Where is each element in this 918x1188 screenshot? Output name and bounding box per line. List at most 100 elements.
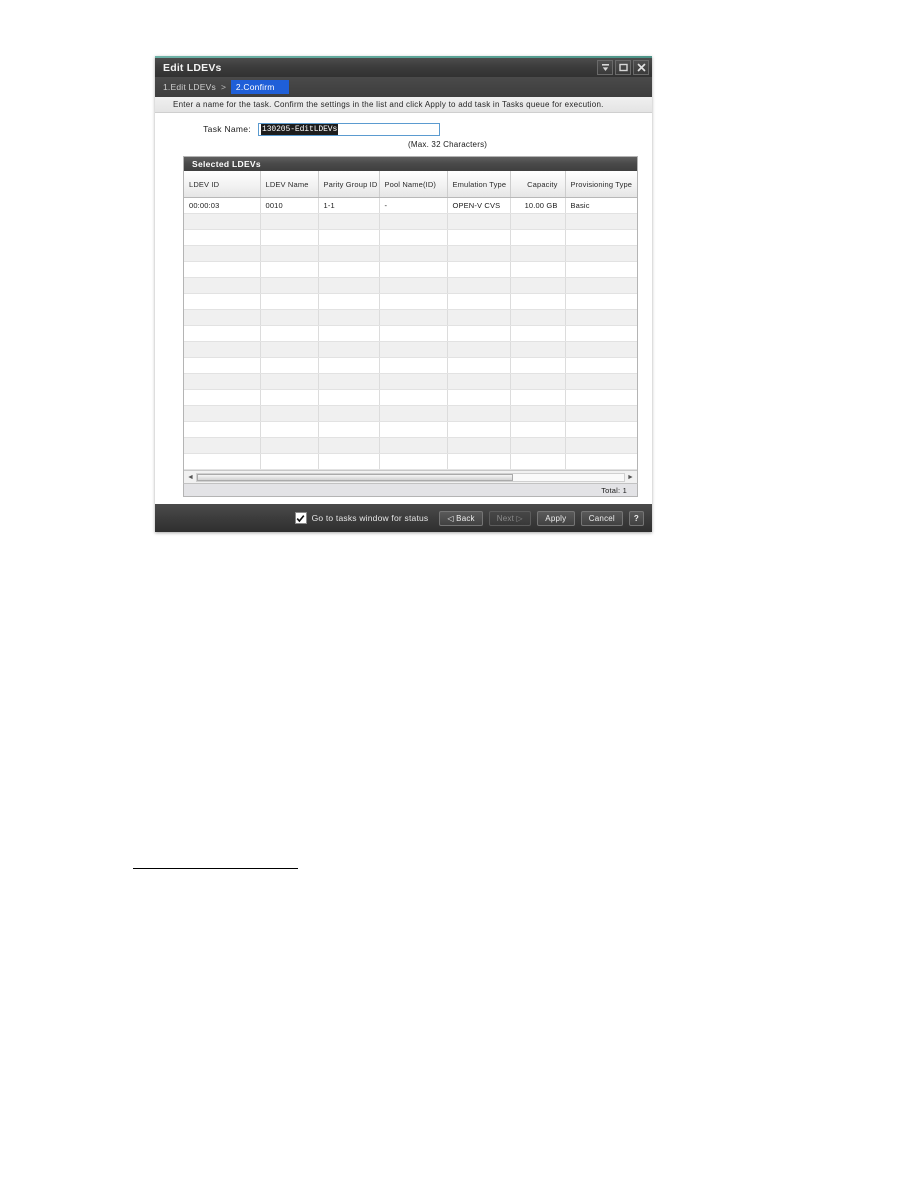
go-to-tasks-checkbox[interactable]: [294, 512, 307, 524]
cell-empty: [565, 341, 637, 358]
scroll-right-arrow[interactable]: ►: [625, 472, 636, 482]
help-button[interactable]: ?: [628, 510, 644, 526]
breadcrumb-separator: >: [220, 82, 226, 92]
cell-parity-group-id: 1-1: [318, 197, 380, 214]
task-name-row: Task Name: 130205-EditLDEVs: [155, 113, 652, 138]
cell-empty: [318, 293, 380, 310]
cell-empty: [184, 405, 261, 422]
cell-empty: [184, 229, 261, 246]
table-header-row: LDEV ID LDEV Name Parity Group ID Pool N…: [184, 171, 637, 198]
cell-empty: [260, 309, 319, 326]
close-icon[interactable]: [633, 60, 649, 75]
cell-empty: [379, 373, 448, 390]
total-label: Total:: [601, 485, 621, 495]
cell-empty: [184, 389, 261, 406]
table-row-empty[interactable]: [184, 325, 637, 342]
cell-empty: [318, 245, 380, 262]
scroll-left-arrow[interactable]: ◄: [185, 472, 196, 482]
table-row-empty[interactable]: [184, 277, 637, 294]
cell-empty: [447, 453, 511, 470]
col-pool-name-id[interactable]: Pool Name(ID): [379, 171, 448, 198]
go-to-tasks-checkbox-wrap[interactable]: Go to tasks window for status: [294, 512, 429, 524]
cell-empty: [510, 325, 566, 342]
cell-ldev-id: 00:00:03: [184, 197, 261, 214]
cell-empty: [510, 341, 566, 358]
table-row-empty[interactable]: [184, 437, 637, 454]
cell-empty: [260, 453, 319, 470]
cell-empty: [260, 373, 319, 390]
cell-empty: [565, 309, 637, 326]
table-row-empty[interactable]: [184, 245, 637, 262]
col-emulation-type[interactable]: Emulation Type: [447, 171, 511, 198]
cell-empty: [510, 453, 566, 470]
table-row-empty[interactable]: [184, 341, 637, 358]
cell-empty: [379, 389, 448, 406]
table-row-empty[interactable]: [184, 309, 637, 326]
cell-empty: [318, 357, 380, 374]
table-row-empty[interactable]: [184, 357, 637, 374]
cell-empty: [510, 229, 566, 246]
cell-empty: [565, 293, 637, 310]
task-name-hint: (Max. 32 Characters): [408, 140, 488, 149]
selected-ldevs-panel: Selected LDEVs LDEV ID LDEV Name Parity …: [183, 156, 638, 483]
horizontal-scrollbar[interactable]: ◄ ►: [184, 470, 637, 483]
col-parity-group-id[interactable]: Parity Group ID: [318, 171, 380, 198]
cell-ldev-name: 0010: [260, 197, 319, 214]
table-row-empty[interactable]: [184, 261, 637, 278]
task-name-input[interactable]: 130205-EditLDEVs: [258, 122, 440, 136]
cell-empty: [379, 421, 448, 438]
table-row-empty[interactable]: [184, 373, 637, 390]
total-bar: Total: 1: [183, 483, 638, 497]
cell-empty: [260, 293, 319, 310]
table-row-empty[interactable]: [184, 293, 637, 310]
cell-empty: [184, 341, 261, 358]
cell-empty: [510, 261, 566, 278]
col-provisioning-type[interactable]: Provisioning Type: [565, 171, 637, 198]
table-row-empty[interactable]: [184, 213, 637, 230]
col-ldev-id[interactable]: LDEV ID: [184, 171, 261, 198]
col-ldev-name[interactable]: LDEV Name: [260, 171, 319, 198]
back-button[interactable]: ◁ Back: [439, 510, 483, 526]
cell-empty: [318, 437, 380, 454]
cell-empty: [184, 325, 261, 342]
cell-empty: [318, 325, 380, 342]
breadcrumb-step-1[interactable]: 1.Edit LDEVs: [163, 82, 216, 92]
col-capacity[interactable]: Capacity: [510, 171, 566, 198]
scroll-track[interactable]: [196, 472, 625, 482]
cell-empty: [510, 309, 566, 326]
cell-empty: [565, 421, 637, 438]
cell-empty: [565, 245, 637, 262]
cell-empty: [379, 261, 448, 278]
breadcrumb-step-2[interactable]: 2.Confirm: [230, 80, 289, 94]
cell-empty: [184, 373, 261, 390]
cancel-button[interactable]: Cancel: [580, 510, 623, 526]
apply-button[interactable]: Apply: [536, 510, 575, 526]
table-row-empty[interactable]: [184, 229, 637, 246]
collapse-icon[interactable]: [597, 60, 613, 75]
cell-empty: [565, 453, 637, 470]
table-row-empty[interactable]: [184, 453, 637, 470]
cell-empty: [510, 373, 566, 390]
cell-empty: [447, 325, 511, 342]
cell-empty: [318, 389, 380, 406]
table-row[interactable]: 00:00:03 0010 1-1- OPEN-V CVS 10.00 GB Basic: [184, 197, 637, 214]
cell-pool-name-id: -: [379, 197, 448, 214]
cell-empty: [318, 453, 380, 470]
cell-empty: [447, 229, 511, 246]
dialog-titlebar[interactable]: Edit LDEVs: [155, 58, 652, 77]
cell-empty: [318, 213, 380, 230]
cell-empty: [379, 277, 448, 294]
scroll-thumb[interactable]: [197, 473, 513, 481]
cell-empty: [260, 277, 319, 294]
table-row-empty[interactable]: [184, 421, 637, 438]
maximize-icon[interactable]: [615, 60, 631, 75]
cell-empty: [318, 277, 380, 294]
cell-empty: [510, 245, 566, 262]
table-row-empty[interactable]: [184, 389, 637, 406]
cell-empty: [510, 293, 566, 310]
table-body: 00:00:03 0010 1-1- OPEN-V CVS 10.00 GB Basic: [184, 197, 637, 470]
task-name-label: Task Name:: [203, 124, 251, 134]
cell-empty: [565, 261, 637, 278]
table-row-empty[interactable]: [184, 405, 637, 422]
cell-empty: [379, 453, 448, 470]
